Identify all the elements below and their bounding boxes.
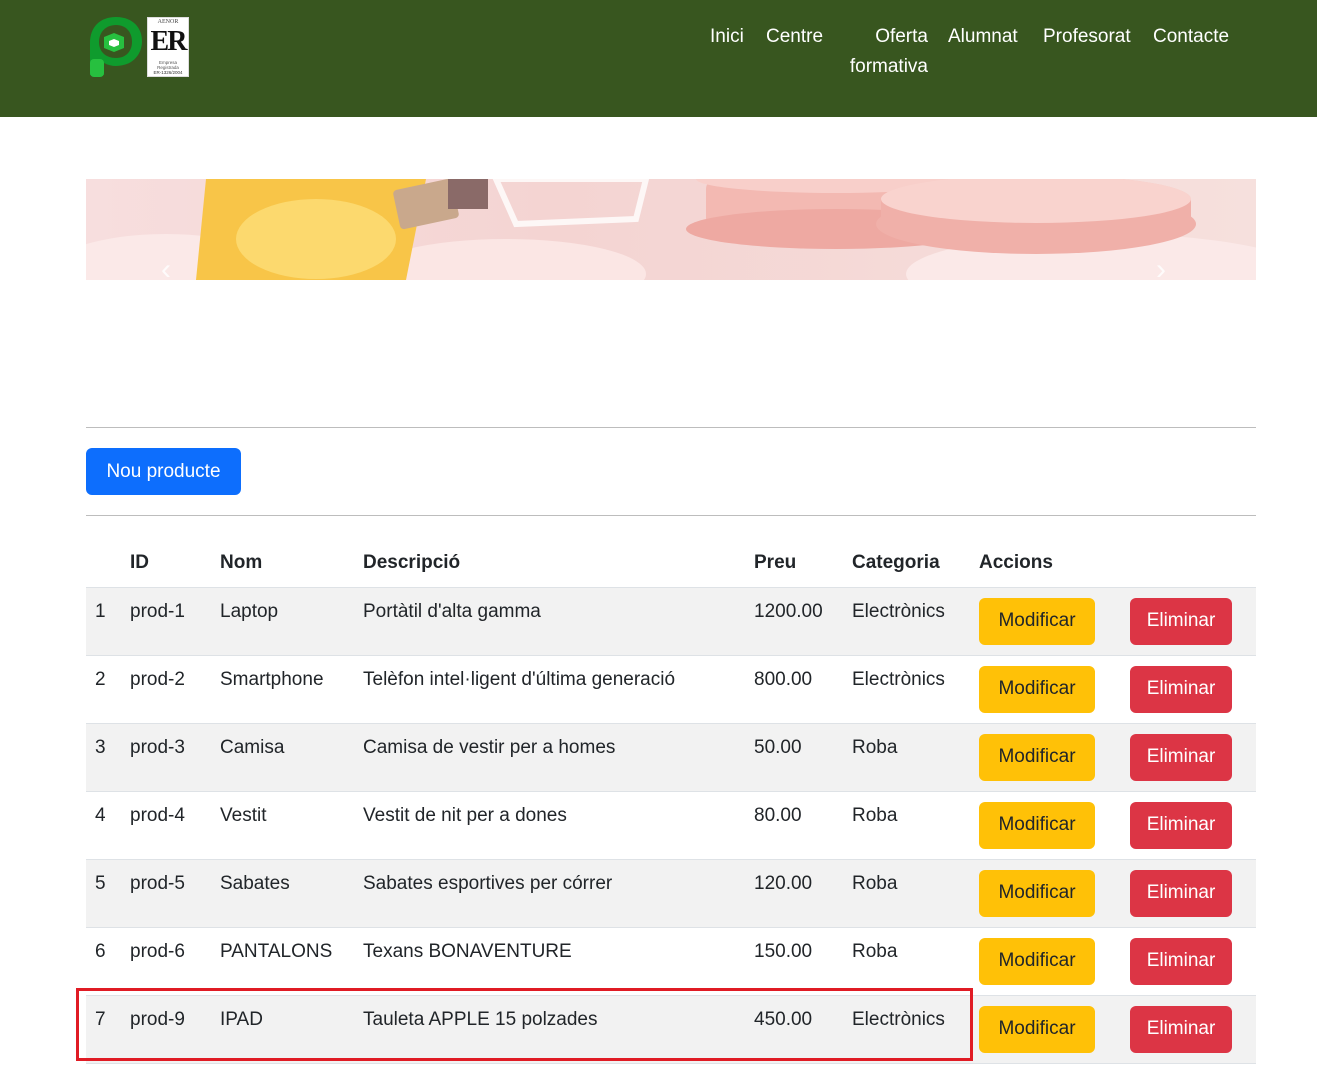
table-row: 5 prod-5 Sabates Sabates esportives per …	[86, 859, 1256, 928]
nav-link-inici[interactable]: Inici	[710, 22, 744, 52]
modify-button[interactable]: Modificar	[979, 937, 1095, 985]
row-nom: Smartphone	[220, 655, 363, 724]
chevron-left-icon[interactable]: ‹	[161, 255, 171, 281]
row-index: 4	[86, 791, 130, 860]
modify-button[interactable]: Modificar	[979, 869, 1095, 917]
modify-button[interactable]: Modificar	[979, 801, 1095, 849]
row-descripcio: Camisa de vestir per a homes	[363, 723, 754, 792]
row-categoria: Electrònics	[852, 995, 979, 1064]
delete-button[interactable]: Eliminar	[1130, 801, 1232, 849]
nav-link-alumnat[interactable]: Alumnat	[948, 22, 1018, 52]
delete-button[interactable]: Eliminar	[1130, 733, 1232, 781]
products-table: ID Nom Descripció Preu Categoria Accions…	[86, 540, 1256, 1064]
row-preu: 80.00	[754, 791, 852, 860]
row-id: prod-5	[130, 859, 220, 928]
row-nom: Vestit	[220, 791, 363, 860]
carousel-banner: ‹ ›	[86, 179, 1256, 280]
table-row: 1 prod-1 Laptop Portàtil d'alta gamma 12…	[86, 587, 1256, 656]
table-row: 7 prod-9 IPAD Tauleta APPLE 15 polzades …	[86, 995, 1256, 1064]
modify-button[interactable]: Modificar	[979, 733, 1095, 781]
row-id: prod-9	[130, 995, 220, 1064]
row-id: prod-2	[130, 655, 220, 724]
row-index: 7	[86, 995, 130, 1064]
row-categoria: Roba	[852, 927, 979, 996]
row-index: 3	[86, 723, 130, 792]
row-nom: Camisa	[220, 723, 363, 792]
top-navbar: AENOR ER Empresa Registrada ER-1326/2004…	[0, 0, 1317, 117]
row-index: 2	[86, 655, 130, 724]
nav-link-centre[interactable]: Centre	[766, 22, 823, 52]
divider	[86, 427, 1256, 428]
table-row: 3 prod-3 Camisa Camisa de vestir per a h…	[86, 723, 1256, 792]
row-id: prod-3	[130, 723, 220, 792]
row-index: 1	[86, 587, 130, 656]
row-id: prod-4	[130, 791, 220, 860]
row-categoria: Roba	[852, 723, 979, 792]
row-preu: 120.00	[754, 859, 852, 928]
row-nom: IPAD	[220, 995, 363, 1064]
header-categoria: Categoria	[852, 540, 979, 588]
header-preu: Preu	[754, 540, 852, 588]
delete-button[interactable]: Eliminar	[1130, 869, 1232, 917]
header-accions: Accions	[979, 540, 1256, 588]
row-preu: 1200.00	[754, 587, 852, 656]
modify-button[interactable]: Modificar	[979, 597, 1095, 645]
modify-button[interactable]: Modificar	[979, 1005, 1095, 1053]
nav-link-contacte[interactable]: Contacte	[1153, 22, 1229, 52]
row-descripcio: Telèfon intel·ligent d'última generació	[363, 655, 754, 724]
row-descripcio: Tauleta APPLE 15 polzades	[363, 995, 754, 1064]
header-nom: Nom	[220, 540, 363, 588]
table-row: 2 prod-2 Smartphone Telèfon intel·ligent…	[86, 655, 1256, 724]
chevron-right-icon[interactable]: ›	[1156, 255, 1166, 281]
table-header-row: ID Nom Descripció Preu Categoria Accions	[86, 540, 1256, 588]
row-descripcio: Vestit de nit per a dones	[363, 791, 754, 860]
header-id: ID	[130, 540, 220, 588]
row-id: prod-1	[130, 587, 220, 656]
delete-button[interactable]: Eliminar	[1130, 665, 1232, 713]
banner-image	[86, 179, 1256, 280]
row-nom: Laptop	[220, 587, 363, 656]
row-preu: 450.00	[754, 995, 852, 1064]
modify-button[interactable]: Modificar	[979, 665, 1095, 713]
main-nav: Inici Centre Oferta formativa Alumnat Pr…	[0, 22, 1317, 82]
row-preu: 50.00	[754, 723, 852, 792]
nav-link-profesorat[interactable]: Profesorat	[1043, 22, 1131, 52]
row-index: 6	[86, 927, 130, 996]
row-descripcio: Portàtil d'alta gamma	[363, 587, 754, 656]
nav-link-oferta-formativa[interactable]: Oferta formativa	[844, 22, 928, 82]
table-row: 4 prod-4 Vestit Vestit de nit per a done…	[86, 791, 1256, 860]
row-categoria: Roba	[852, 791, 979, 860]
row-index: 5	[86, 859, 130, 928]
new-product-button[interactable]: Nou producte	[86, 448, 241, 495]
row-nom: Sabates	[220, 859, 363, 928]
header-index	[86, 540, 130, 588]
divider	[86, 515, 1256, 516]
row-categoria: Roba	[852, 859, 979, 928]
delete-button[interactable]: Eliminar	[1130, 597, 1232, 645]
row-preu: 800.00	[754, 655, 852, 724]
row-descripcio: Sabates esportives per córrer	[363, 859, 754, 928]
row-categoria: Electrònics	[852, 655, 979, 724]
delete-button[interactable]: Eliminar	[1130, 937, 1232, 985]
row-nom: PANTALONS	[220, 927, 363, 996]
row-categoria: Electrònics	[852, 587, 979, 656]
delete-button[interactable]: Eliminar	[1130, 1005, 1232, 1053]
row-descripcio: Texans BONAVENTURE	[363, 927, 754, 996]
row-preu: 150.00	[754, 927, 852, 996]
row-id: prod-6	[130, 927, 220, 996]
header-descripcio: Descripció	[363, 540, 754, 588]
table-row: 6 prod-6 PANTALONS Texans BONAVENTURE 15…	[86, 927, 1256, 996]
